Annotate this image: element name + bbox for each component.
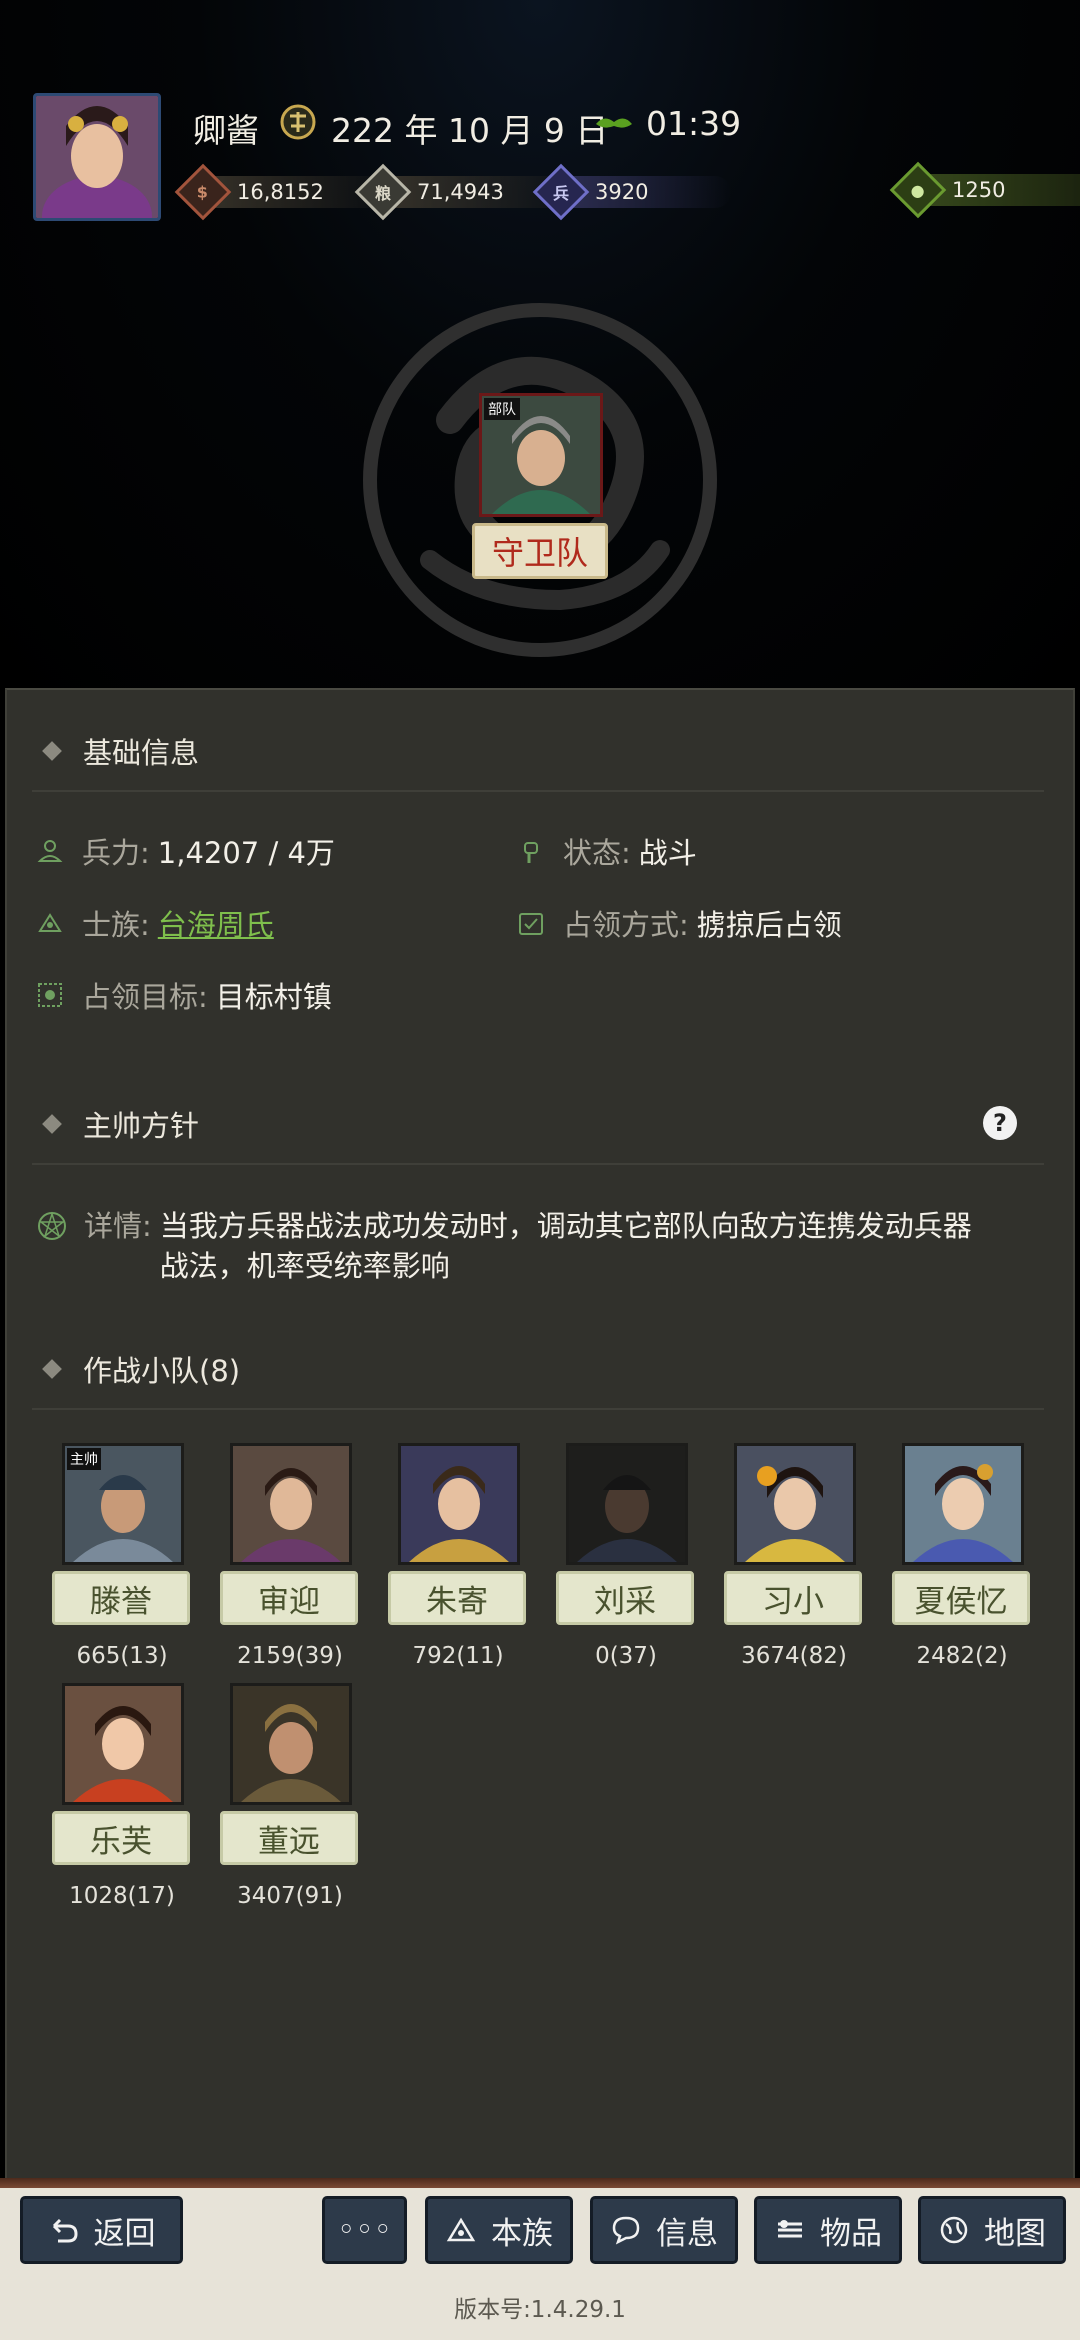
clan-field: 士族: 台海周氏 (36, 902, 274, 944)
grain-icon: 粮 (354, 163, 412, 221)
policy-detail-text: 当我方兵器战法成功发动时，调动其它部队向敌方连携发动兵器战法，机率受统率影响 (159, 1209, 972, 1283)
member-name: 审迎 (220, 1571, 358, 1625)
leader-tag: 主帅 (67, 1448, 101, 1470)
soldier-icon: 兵 (532, 163, 590, 221)
divider (32, 1163, 1044, 1165)
member-name: 乐芙 (52, 1811, 190, 1865)
chat-bubble-icon (612, 2216, 640, 2245)
time-icon (596, 118, 632, 128)
member-name: 习小 (724, 1571, 862, 1625)
diamond-bullet-icon (42, 741, 62, 761)
member-stat: 1028(17) (69, 1883, 175, 1909)
unit-tag: 部队 (484, 398, 520, 420)
member-stat: 792(11) (412, 1643, 504, 1669)
clan-icon (446, 2217, 476, 2242)
member-portrait (734, 1443, 856, 1565)
member-name: 董远 (220, 1811, 358, 1865)
resource-grain[interactable]: 粮 71,4943 (354, 163, 583, 221)
person-icon (37, 840, 63, 862)
member-portrait (62, 1683, 184, 1805)
target-icon (38, 983, 62, 1007)
member-stat: 2159(39) (237, 1643, 343, 1669)
member-portrait (902, 1443, 1024, 1565)
game-date: 222 年 10 月 9 日 (331, 111, 609, 150)
occupy-mode-value: 掳掠后占领 (696, 908, 842, 942)
resource-money[interactable]: $ 16,8152 (174, 163, 403, 221)
gourd-icon: ● (889, 161, 947, 219)
items-button[interactable]: 物品 (754, 2196, 902, 2264)
fist-icon (524, 842, 538, 863)
game-time: 01:39 (646, 104, 742, 143)
member-name: 夏侯忆 (892, 1571, 1030, 1625)
member-stat: 665(13) (76, 1643, 168, 1669)
clan-button[interactable]: 本族 (425, 2196, 573, 2264)
policy-detail: 详情: 当我方兵器战法成功发动时，调动其它部队向敌方连携发动兵器战法，机率受统率… (36, 1206, 996, 1286)
status-value: 战斗 (638, 836, 697, 870)
member-name: 朱寄 (388, 1571, 526, 1625)
divider (32, 790, 1044, 792)
help-icon[interactable]: ? (983, 1106, 1017, 1140)
commander-policy-header: 主帅方针 (42, 1103, 199, 1145)
member-portrait (566, 1443, 688, 1565)
money-bag-icon: $ (174, 163, 232, 221)
target-value: 目标村镇 (215, 980, 332, 1014)
member-portrait (230, 1683, 352, 1805)
target-field: 占领目标: 目标村镇 (36, 974, 332, 1016)
top-header: 卿酱 222 年 10 月 9 日 01:39 $ 16,8152 粮 71,4… (0, 0, 1080, 690)
back-arrow-icon (52, 2218, 78, 2243)
more-icon: ◦◦◦ (337, 2212, 392, 2248)
clan-link[interactable]: 台海周氏 (158, 902, 274, 944)
squad-header: 作战小队(8) (42, 1348, 240, 1390)
map-button[interactable]: 地图 (918, 2196, 1066, 2264)
diamond-bullet-icon (42, 1114, 62, 1134)
resource-soldier[interactable]: 兵 3920 (532, 163, 731, 221)
member-portrait (398, 1443, 520, 1565)
member-stat: 3674(82) (741, 1643, 847, 1669)
back-button[interactable]: 返回 (20, 2196, 183, 2264)
diamond-bullet-icon (42, 1359, 62, 1379)
player-avatar[interactable] (33, 93, 161, 221)
occupy-mode-field: 占领方式: 掳掠后占领 (517, 902, 842, 944)
checkbox-calendar-icon (519, 913, 543, 935)
status-field: 状态: 战斗 (517, 830, 697, 872)
member-stat: 3407(91) (237, 1883, 343, 1909)
clan-icon (38, 913, 62, 932)
bottom-nav: 返回 ◦◦◦ 本族 信息 物品 地图 版本号:1.4.29.1 (0, 2178, 1080, 2340)
member-portrait: 主帅 (62, 1443, 184, 1565)
member-stat: 0(37) (595, 1643, 657, 1669)
unit-name-label[interactable]: 守卫队 (472, 523, 608, 579)
member-name: 滕誉 (52, 1571, 190, 1625)
version-label: 版本号:1.4.29.1 (454, 2297, 626, 2323)
items-icon (778, 2220, 802, 2238)
troops-value: 1,4207 / 4万 (157, 836, 335, 870)
pentagram-icon (38, 1211, 66, 1240)
globe-icon (940, 2216, 968, 2244)
more-button[interactable]: ◦◦◦ (322, 2196, 407, 2264)
member-name: 刘采 (556, 1571, 694, 1625)
info-button[interactable]: 信息 (590, 2196, 738, 2264)
member-stat: 2482(2) (916, 1643, 1008, 1669)
divider (32, 1408, 1044, 1410)
calendar-icon (280, 104, 316, 140)
member-portrait (230, 1443, 352, 1565)
troops-field: 兵力: 1,4207 / 4万 (36, 830, 335, 872)
resource-gourd[interactable]: ● 1250 (889, 161, 1080, 219)
unit-portrait[interactable]: 部队 (479, 393, 603, 517)
basic-info-header: 基础信息 (42, 730, 199, 772)
player-name: 卿酱 (193, 111, 259, 150)
